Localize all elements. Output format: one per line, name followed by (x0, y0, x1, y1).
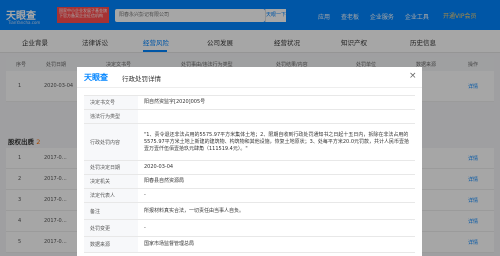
detail-row-violation-type: 违法行为类型 (84, 110, 415, 124)
detail-row-remarks: 备注 所报材料真实合法，一切责任由当事人自负。 (84, 203, 415, 220)
detail-row-penalty-content: 行政处罚内容 "1、责令退还非法占用的5575.97平方米集体土地；2、限期自收… (84, 124, 415, 161)
modal-header: 天眼查 行政处罚详情 × (77, 67, 422, 88)
detail-row-penalty-change: 处罚变更 - (84, 220, 415, 237)
detail-row-authority: 决定机关 阳春县自然资源局 (84, 175, 415, 189)
detail-table: 决定书文号 阳自然资监字[2020]005号 违法行为类型 行政处罚内容 "1、… (84, 95, 415, 253)
close-icon[interactable]: × (409, 71, 417, 81)
detail-row-data-source: 数据来源 国家市场监督管理总局 (84, 237, 415, 253)
penalty-detail-modal: 天眼查 行政处罚详情 × 决定书文号 阳自然资监字[2020]005号 违法行为… (77, 67, 422, 256)
detail-row-doc-no: 决定书文号 阳自然资监字[2020]005号 (84, 96, 415, 110)
modal-logo: 天眼查 (84, 73, 108, 82)
detail-row-decision-date: 处罚决定日期 2020-03-04 (84, 161, 415, 175)
modal-title: 行政处罚详情 (122, 75, 161, 83)
detail-row-legal-rep: 法定代表人 - (84, 189, 415, 203)
